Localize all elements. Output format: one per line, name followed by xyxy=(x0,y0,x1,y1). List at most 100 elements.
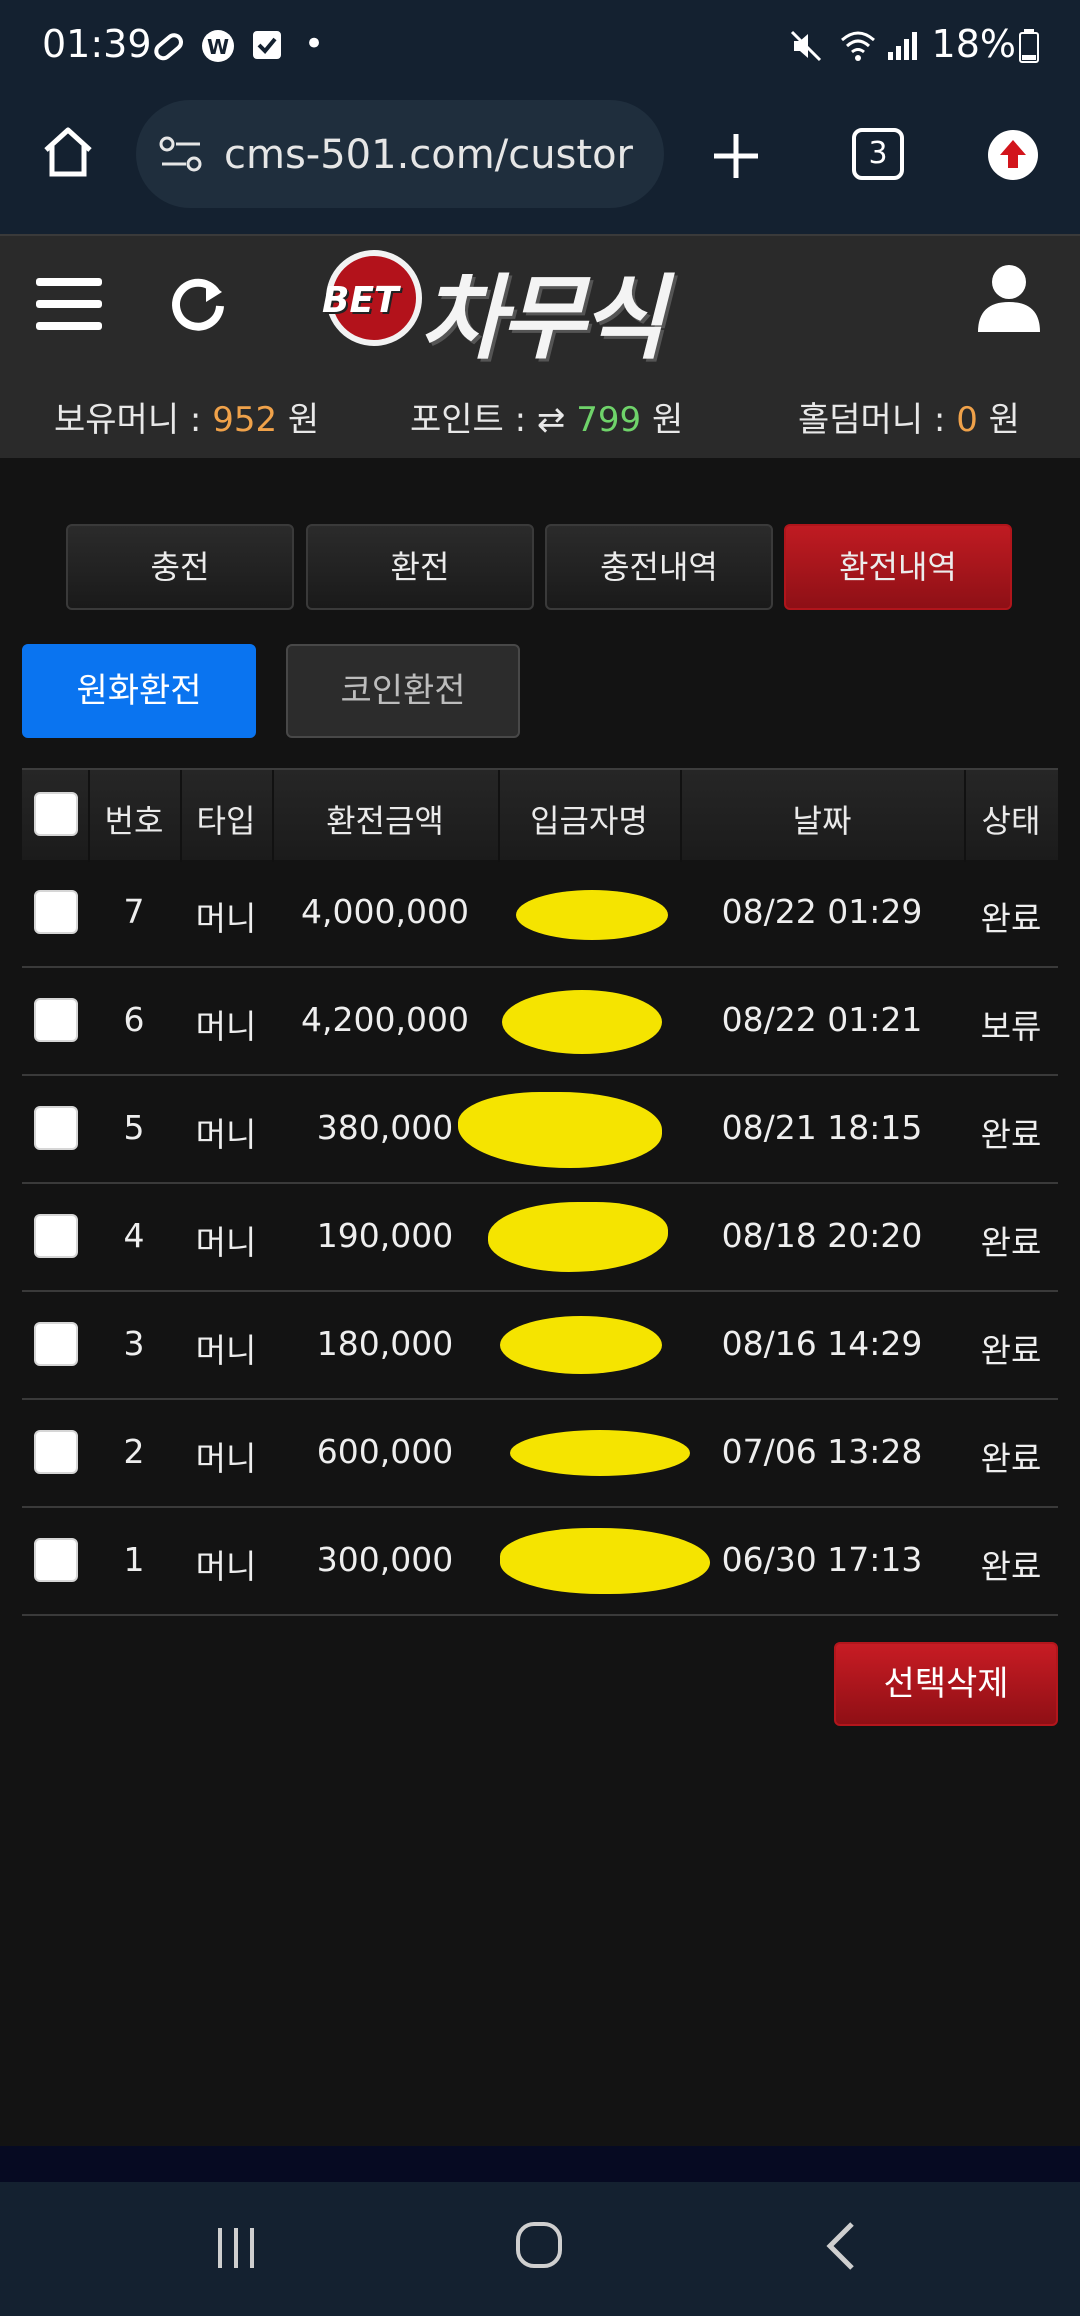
site-header: BET 차무식 보유머니 : 952 원 포인트 : ⇄ 799 원 홀덤머니 … xyxy=(0,234,1080,458)
delete-selected-button[interactable]: 선택삭제 xyxy=(834,1642,1058,1726)
cell-amount: 4,200,000 xyxy=(301,1000,469,1039)
cell-date: 08/18 20:20 xyxy=(721,1216,923,1255)
cell-status: 완료 xyxy=(980,1331,1042,1370)
logo-bet-text: BET xyxy=(322,280,399,321)
select-all-checkbox[interactable] xyxy=(34,792,78,836)
signal-icon xyxy=(884,28,918,62)
row-checkbox[interactable] xyxy=(34,890,78,934)
table-row: 3 머니 180,000 08/16 14:29 완료 xyxy=(22,1292,1058,1400)
tab-count: 3 xyxy=(868,136,888,171)
cell-status: 보류 xyxy=(980,1007,1042,1046)
notification-dot: • xyxy=(304,24,325,64)
holdem-label: 홀덤머니 : xyxy=(798,400,946,440)
cell-status: 완료 xyxy=(980,1439,1042,1478)
money-unit: 원 xyxy=(287,400,320,440)
subtab-coin-exchange[interactable]: 코인환전 xyxy=(286,644,520,738)
row-checkbox[interactable] xyxy=(34,1538,78,1582)
url-text[interactable]: cms-501.com/custor xyxy=(224,132,633,178)
holdem-unit: 원 xyxy=(988,400,1020,440)
cell-num: 4 xyxy=(123,1216,145,1255)
row-checkbox[interactable] xyxy=(34,1430,78,1474)
point-balance: 포인트 : ⇄ 799 원 xyxy=(410,392,683,441)
redaction-mark xyxy=(502,990,662,1054)
cell-date: 06/30 17:13 xyxy=(721,1540,923,1579)
holdem-balance: 홀덤머니 : 0 원 xyxy=(798,392,1020,441)
point-value: 799 xyxy=(576,400,642,440)
tab-switcher-icon[interactable]: 3 xyxy=(852,128,904,180)
cell-type: 머니 xyxy=(195,1547,257,1586)
cell-type: 머니 xyxy=(195,899,257,938)
mute-icon xyxy=(788,28,822,62)
home-nav-icon[interactable] xyxy=(514,2220,566,2276)
table-row: 1 머니 300,000 06/30 17:13 완료 xyxy=(22,1508,1058,1616)
wifi-icon xyxy=(838,28,875,62)
cell-amount: 600,000 xyxy=(316,1432,454,1471)
cell-status: 완료 xyxy=(980,1223,1042,1262)
cell-amount: 180,000 xyxy=(316,1324,454,1363)
header-amount: 환전금액 xyxy=(326,802,444,840)
subtab-krw-exchange[interactable]: 원화환전 xyxy=(22,644,256,738)
point-unit: 원 xyxy=(651,400,684,440)
table-row: 4 머니 190,000 08/18 20:20 완료 xyxy=(22,1184,1058,1292)
cell-date: 08/16 14:29 xyxy=(721,1324,923,1363)
redaction-mark xyxy=(510,1430,690,1476)
cell-num: 6 xyxy=(123,1000,145,1039)
row-checkbox[interactable] xyxy=(34,998,78,1042)
money-balance: 보유머니 : 952 원 xyxy=(54,392,319,441)
cell-amount: 190,000 xyxy=(316,1216,454,1255)
tab-exchange[interactable]: 환전 xyxy=(306,524,534,610)
table-header: 번호 타입 환전금액 입금자명 날짜 상태 xyxy=(22,768,1058,862)
update-icon[interactable] xyxy=(986,128,1040,186)
status-time: 01:39 xyxy=(42,22,152,66)
menu-icon[interactable] xyxy=(36,274,104,338)
battery-icon xyxy=(1018,28,1040,63)
cell-num: 5 xyxy=(123,1108,145,1147)
system-nav-bar xyxy=(0,2182,1080,2316)
site-logo[interactable]: 차무식 xyxy=(420,244,666,377)
holdem-value: 0 xyxy=(956,400,978,440)
tab-exchange-history[interactable]: 환전내역 xyxy=(784,524,1012,610)
row-checkbox[interactable] xyxy=(34,1322,78,1366)
cell-type: 머니 xyxy=(195,1007,257,1046)
cell-status: 완료 xyxy=(980,1547,1042,1586)
back-icon[interactable] xyxy=(822,2220,862,2276)
table-row: 7 머니 4,000,000 08/22 01:29 완료 xyxy=(22,860,1058,968)
address-bar[interactable]: cms-501.com/custor xyxy=(136,100,664,208)
browser-toolbar: cms-501.com/custor 3 xyxy=(0,92,1080,234)
row-checkbox[interactable] xyxy=(34,1214,78,1258)
header-type: 타입 xyxy=(196,802,256,840)
table-row: 6 머니 4,200,000 08/22 01:21 보류 xyxy=(22,968,1058,1076)
user-icon[interactable] xyxy=(976,262,1042,338)
recent-apps-icon[interactable] xyxy=(212,2222,262,2276)
page-footer-strip xyxy=(0,2146,1080,2182)
refresh-icon[interactable] xyxy=(166,272,230,340)
redaction-mark xyxy=(516,890,668,940)
cell-amount: 4,000,000 xyxy=(301,892,469,931)
w-app-icon: W xyxy=(200,28,234,62)
tab-charge[interactable]: 충전 xyxy=(66,524,294,610)
home-icon[interactable] xyxy=(38,122,98,186)
cell-num: 3 xyxy=(123,1324,145,1363)
cell-type: 머니 xyxy=(195,1115,257,1154)
cell-type: 머니 xyxy=(195,1331,257,1370)
header-status: 상태 xyxy=(981,802,1041,840)
header-date: 날짜 xyxy=(792,802,852,840)
point-exchange-icon[interactable]: ⇄ xyxy=(537,400,566,440)
cell-amount: 300,000 xyxy=(316,1540,454,1579)
cell-status: 완료 xyxy=(980,1115,1042,1154)
redaction-mark xyxy=(500,1528,710,1594)
money-label: 보유머니 : xyxy=(54,400,202,440)
cell-num: 1 xyxy=(123,1540,145,1579)
redaction-mark xyxy=(488,1202,668,1272)
redaction-mark xyxy=(500,1316,662,1374)
tab-charge-history[interactable]: 충전내역 xyxy=(545,524,773,610)
site-settings-icon[interactable] xyxy=(158,134,204,178)
checkbox-notification-icon xyxy=(250,28,284,62)
cell-num: 2 xyxy=(123,1432,145,1471)
cell-date: 08/22 01:21 xyxy=(721,1000,923,1039)
header-depositor: 입금자명 xyxy=(530,802,648,840)
cell-type: 머니 xyxy=(195,1439,257,1478)
row-checkbox[interactable] xyxy=(34,1106,78,1150)
new-tab-icon[interactable] xyxy=(710,130,762,186)
money-value: 952 xyxy=(212,400,278,440)
